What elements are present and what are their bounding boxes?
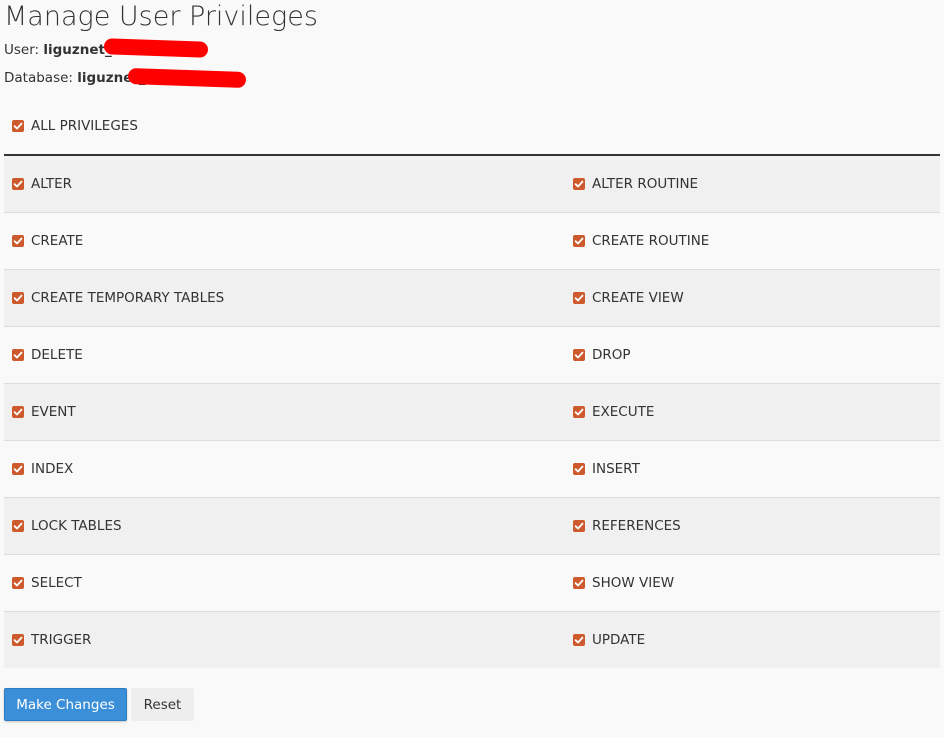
checkbox-checked-icon (573, 178, 585, 190)
user-line: User: liguznet_ (4, 41, 112, 59)
privilege-label: ALTER (31, 176, 73, 192)
privilege-checkbox-delete[interactable]: DELETE (12, 347, 83, 363)
checkbox-checked-icon (573, 577, 585, 589)
privilege-label: EXECUTE (592, 404, 655, 420)
privilege-label: EVENT (31, 404, 76, 420)
privilege-row: SELECT SHOW VIEW (4, 555, 940, 612)
privilege-label: DROP (592, 347, 631, 363)
privilege-label: ALTER ROUTINE (592, 176, 699, 192)
checkbox-checked-icon (573, 292, 585, 304)
checkbox-checked-icon (12, 178, 24, 190)
checkbox-checked-icon (12, 577, 24, 589)
checkbox-checked-icon (12, 120, 24, 132)
manage-user-privileges-page: Manage User Privileges User: liguznet_ D… (0, 0, 944, 737)
privilege-label: CREATE (31, 233, 84, 249)
privilege-checkbox-alter-routine[interactable]: ALTER ROUTINE (573, 176, 698, 192)
privilege-checkbox-lock-tables[interactable]: LOCK TABLES (12, 518, 122, 534)
privilege-row: ALTER ALTER ROUTINE (4, 156, 940, 213)
privilege-checkbox-trigger[interactable]: TRIGGER (12, 632, 91, 648)
privilege-checkbox-event[interactable]: EVENT (12, 404, 76, 420)
checkbox-checked-icon (573, 520, 585, 532)
privilege-row: LOCK TABLES REFERENCES (4, 498, 940, 555)
privilege-label: SELECT (31, 575, 82, 591)
checkbox-checked-icon (12, 520, 24, 532)
privilege-label: TRIGGER (31, 632, 92, 648)
privilege-label: INSERT (592, 461, 640, 477)
privilege-checkbox-create-temporary-tables[interactable]: CREATE TEMPORARY TABLES (12, 290, 224, 306)
privilege-checkbox-create[interactable]: CREATE (12, 233, 83, 249)
checkbox-checked-icon (573, 463, 585, 475)
privilege-checkbox-alter[interactable]: ALTER (12, 176, 72, 192)
privilege-row: EVENT EXECUTE (4, 384, 940, 441)
privilege-checkbox-create-routine[interactable]: CREATE ROUTINE (573, 233, 709, 249)
privilege-row: DELETE DROP (4, 327, 940, 384)
privilege-checkbox-update[interactable]: UPDATE (573, 632, 645, 648)
privilege-checkbox-drop[interactable]: DROP (573, 347, 631, 363)
privilege-checkbox-create-view[interactable]: CREATE VIEW (573, 290, 684, 306)
privilege-label: CREATE ROUTINE (592, 233, 710, 249)
privilege-checkbox-show-view[interactable]: SHOW VIEW (573, 575, 674, 591)
checkbox-checked-icon (12, 235, 24, 247)
checkbox-checked-icon (12, 463, 24, 475)
privileges-table: ALTER ALTER ROUTINE CREATE CREATE ROUTINE CR… (4, 156, 940, 668)
privilege-row: INDEX INSERT (4, 441, 940, 498)
privilege-label: SHOW VIEW (592, 575, 675, 591)
privilege-checkbox-execute[interactable]: EXECUTE (573, 404, 654, 420)
privilege-row: CREATE TEMPORARY TABLES CREATE VIEW (4, 270, 940, 327)
checkbox-checked-icon (573, 235, 585, 247)
make-changes-button[interactable]: Make Changes (4, 688, 127, 721)
checkbox-checked-icon (573, 634, 585, 646)
checkbox-checked-icon (12, 349, 24, 361)
checkbox-checked-icon (12, 634, 24, 646)
checkbox-checked-icon (12, 406, 24, 418)
privilege-label: CREATE TEMPORARY TABLES (31, 290, 225, 306)
privilege-label: DELETE (31, 347, 83, 363)
checkbox-checked-icon (573, 406, 585, 418)
privilege-checkbox-select[interactable]: SELECT (12, 575, 82, 591)
database-line: Database: liguznet_ (4, 69, 146, 87)
user-label: User: (4, 42, 44, 58)
all-privileges-label: ALL PRIVILEGES (31, 118, 138, 134)
reset-button[interactable]: Reset (131, 688, 194, 721)
checkbox-checked-icon (12, 292, 24, 304)
privilege-label: CREATE VIEW (592, 290, 684, 306)
checkbox-checked-icon (573, 349, 585, 361)
user-value: liguznet_ (43, 42, 112, 58)
all-privileges-checkbox[interactable]: ALL PRIVILEGES (12, 116, 138, 136)
privilege-checkbox-insert[interactable]: INSERT (573, 461, 640, 477)
user-redaction (103, 38, 209, 58)
privilege-label: REFERENCES (592, 518, 681, 534)
privilege-label: INDEX (31, 461, 74, 477)
privilege-row: CREATE CREATE ROUTINE (4, 213, 940, 270)
privilege-row: TRIGGER UPDATE (4, 612, 940, 668)
privilege-checkbox-index[interactable]: INDEX (12, 461, 73, 477)
privilege-label: LOCK TABLES (31, 518, 122, 534)
privilege-label: UPDATE (592, 632, 646, 648)
privilege-checkbox-references[interactable]: REFERENCES (573, 518, 681, 534)
page-title: Manage User Privileges (4, 1, 318, 32)
database-label: Database: (4, 70, 78, 86)
